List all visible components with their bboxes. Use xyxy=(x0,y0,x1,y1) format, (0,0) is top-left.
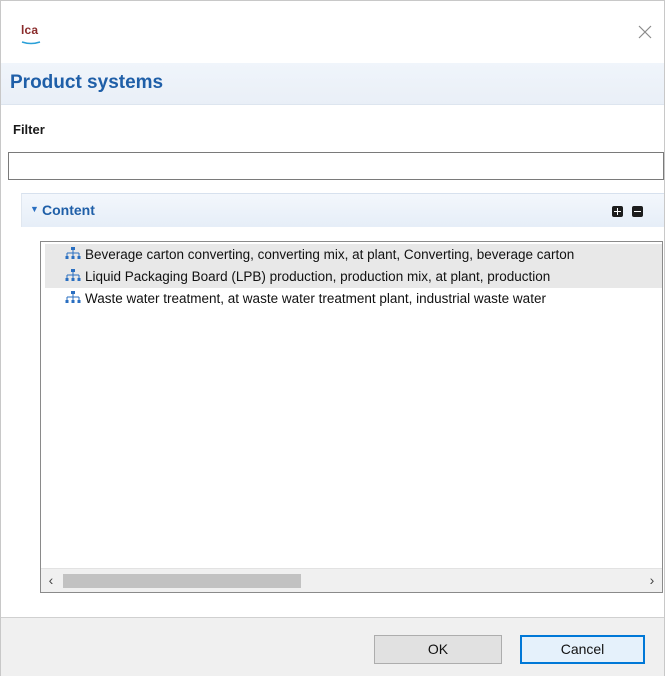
tree-item-label: Waste water treatment, at waste water tr… xyxy=(85,291,546,306)
app-logo-text: LCA xyxy=(21,23,39,37)
product-system-icon xyxy=(65,290,81,304)
product-system-icon xyxy=(65,268,81,282)
chevron-right-icon[interactable]: › xyxy=(644,572,660,588)
dialog-header: Product systems xyxy=(1,63,664,105)
scrollbar-thumb[interactable] xyxy=(63,574,301,588)
close-icon[interactable] xyxy=(634,21,656,43)
content-section: ▼ Content Beverage carton converting, co… xyxy=(21,193,664,611)
ok-button[interactable]: OK xyxy=(374,635,502,664)
section-title: Content xyxy=(42,202,95,218)
minus-square-icon[interactable] xyxy=(632,206,643,217)
chevron-left-icon[interactable]: ‹ xyxy=(43,572,59,588)
product-system-icon xyxy=(65,246,81,260)
content-section-header[interactable]: ▼ Content xyxy=(21,193,664,227)
tree-item-label: Liquid Packaging Board (LPB) production,… xyxy=(85,269,551,284)
tree-item[interactable]: Liquid Packaging Board (LPB) production,… xyxy=(45,266,662,288)
plus-square-icon[interactable] xyxy=(612,206,623,217)
app-logo: LCA xyxy=(21,23,41,45)
dialog-footer: OK Cancel xyxy=(1,618,664,676)
filter-input[interactable] xyxy=(8,152,664,180)
tree-item[interactable]: Beverage carton converting, converting m… xyxy=(45,244,662,266)
chevron-down-icon[interactable]: ▼ xyxy=(30,204,39,214)
tree-item-label: Beverage carton converting, converting m… xyxy=(85,247,575,262)
cancel-button[interactable]: Cancel xyxy=(520,635,645,664)
tree-rows: Beverage carton converting, converting m… xyxy=(41,242,662,568)
dialog-window: LCA Product systems Filter ▼ Content Be xyxy=(0,0,665,676)
product-system-tree[interactable]: Beverage carton converting, converting m… xyxy=(40,241,663,593)
horizontal-scrollbar[interactable]: ‹ › xyxy=(41,568,662,592)
app-logo-underline xyxy=(21,36,41,45)
tree-item[interactable]: Waste water treatment, at waste water tr… xyxy=(45,288,662,310)
filter-label: Filter xyxy=(13,122,45,137)
page-title: Product systems xyxy=(10,72,164,93)
title-bar[interactable]: LCA xyxy=(1,1,664,61)
